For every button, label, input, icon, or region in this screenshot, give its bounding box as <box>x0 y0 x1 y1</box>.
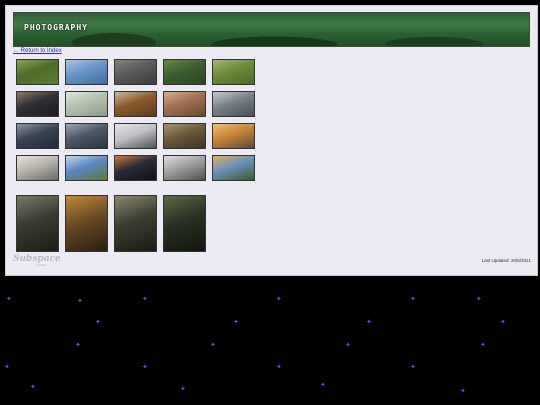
thumb-forest-path[interactable] <box>114 195 157 252</box>
thumb-building[interactable] <box>65 123 108 149</box>
star-dot: ✦ <box>410 295 416 303</box>
thumb-tree-sunset[interactable] <box>212 155 255 181</box>
star-dot: ✦ <box>6 295 12 303</box>
star-dot: ✦ <box>480 341 486 349</box>
star-dot: ✦ <box>410 363 416 371</box>
thumb-dock[interactable] <box>114 59 157 85</box>
star-dot: ✦ <box>320 381 326 389</box>
star-dot: ✦ <box>30 383 36 391</box>
thumb-garden[interactable] <box>163 59 206 85</box>
starfield-background: ✦ ✦ ✦ ✦ ✦ ✦ ✦ ✦ ✦ ✦ ✦ ✦ ✦ ✦ ✦ ✦ ✦ ✦ ✦ ✦ ✦ ✦ <box>0 276 540 405</box>
thumb-sunset-dark[interactable] <box>16 91 59 117</box>
thumb-fog-figure[interactable] <box>65 91 108 117</box>
thumb-field-sky[interactable] <box>65 155 108 181</box>
thumb-orange-sunset[interactable] <box>212 123 255 149</box>
thumb-pencils[interactable] <box>163 155 206 181</box>
star-dot: ✦ <box>77 297 83 305</box>
star-dot: ✦ <box>500 318 506 326</box>
star-dot: ✦ <box>142 295 148 303</box>
photo-gallery <box>16 59 266 254</box>
star-dot: ✦ <box>95 318 101 326</box>
star-dot: ✦ <box>366 318 372 326</box>
last-updated-text: Last Updated: 20/6/2021 <box>481 258 531 263</box>
header-banner: PHOTOGRAPHY <box>13 12 530 47</box>
thumb-forest-1[interactable] <box>16 195 59 252</box>
thumb-leaf-hand[interactable] <box>212 59 255 85</box>
thumb-wood-pile[interactable] <box>163 123 206 149</box>
star-dot: ✦ <box>4 363 10 371</box>
page-title: PHOTOGRAPHY <box>24 23 88 32</box>
thumb-plants[interactable] <box>16 59 59 85</box>
page-panel: PHOTOGRAPHY ← Return to Index Subspace s… <box>5 5 538 276</box>
star-dot: ✦ <box>460 387 466 395</box>
star-dot: ✦ <box>75 341 81 349</box>
star-dot: ✦ <box>345 341 351 349</box>
star-dot: ✦ <box>180 385 186 393</box>
thumb-camera-lens[interactable] <box>114 123 157 149</box>
star-dot: ✦ <box>276 295 282 303</box>
thumb-polaroids[interactable] <box>16 155 59 181</box>
thumb-reflection[interactable] <box>114 155 157 181</box>
return-to-index-link[interactable]: ← Return to Index <box>13 48 62 54</box>
thumb-cat[interactable] <box>163 91 206 117</box>
thumb-lake-dusk[interactable] <box>16 123 59 149</box>
star-dot: ✦ <box>142 363 148 371</box>
thumb-forest-bridge[interactable] <box>163 195 206 252</box>
star-dot: ✦ <box>476 295 482 303</box>
star-dot: ✦ <box>233 318 239 326</box>
thumb-keyboard[interactable] <box>114 91 157 117</box>
star-dot: ✦ <box>210 341 216 349</box>
logo-subtitle: studios <box>36 263 47 267</box>
thumb-sea-sky[interactable] <box>65 59 108 85</box>
thumb-car[interactable] <box>212 91 255 117</box>
thumb-forest-autumn[interactable] <box>65 195 108 252</box>
star-dot: ✦ <box>276 363 282 371</box>
